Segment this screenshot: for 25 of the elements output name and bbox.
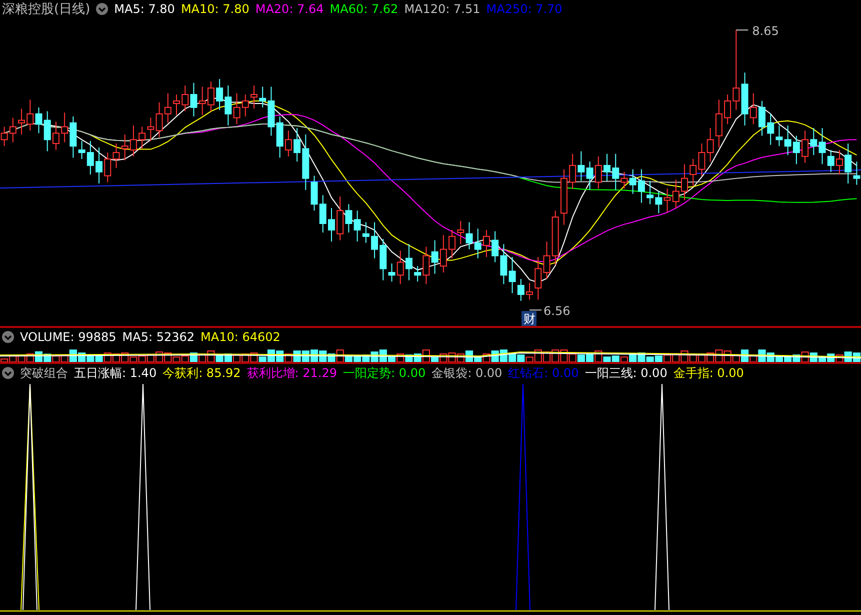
legend-value: MA10: 64602 (200, 329, 280, 345)
dropdown-icon[interactable] (2, 367, 14, 379)
low-price-label: 6.56 (544, 304, 570, 318)
legend-value: 五日涨幅: 1.40 (74, 365, 157, 381)
legend-value: MA5: 7.80 (114, 1, 175, 17)
event-badge[interactable]: 财 (522, 311, 537, 326)
legend-value: MA60: 7.62 (330, 1, 398, 17)
legend-value: MA120: 7.51 (404, 1, 480, 17)
dropdown-icon[interactable] (96, 3, 108, 15)
legend-value: MA5: 52362 (122, 329, 195, 345)
legend-value: 一阳三线: 0.00 (584, 365, 668, 381)
legend-value: MA10: 7.80 (180, 1, 250, 17)
legend-value: 突破组合 (20, 365, 68, 381)
legend-value: 金银袋: 0.00 (432, 365, 502, 381)
legend-value: MA20: 7.64 (255, 1, 324, 17)
legend-value: MA250: 7.70 (486, 1, 562, 17)
legend-value: 获利比增: 21.29 (246, 365, 338, 381)
legend-value: VOLUME: 99885 (20, 329, 116, 345)
legend-value: 红钻石: 0.00 (508, 365, 579, 381)
legend-value: 金手指: 0.00 (673, 365, 744, 381)
legend-value: 一阳定势: 0.00 (343, 365, 426, 381)
high-price-label: 8.65 (752, 24, 779, 38)
legend-value: 今获利: 85.92 (162, 365, 241, 381)
chart-title: 深粮控股(日线) (2, 1, 90, 18)
dropdown-icon[interactable] (2, 331, 14, 343)
